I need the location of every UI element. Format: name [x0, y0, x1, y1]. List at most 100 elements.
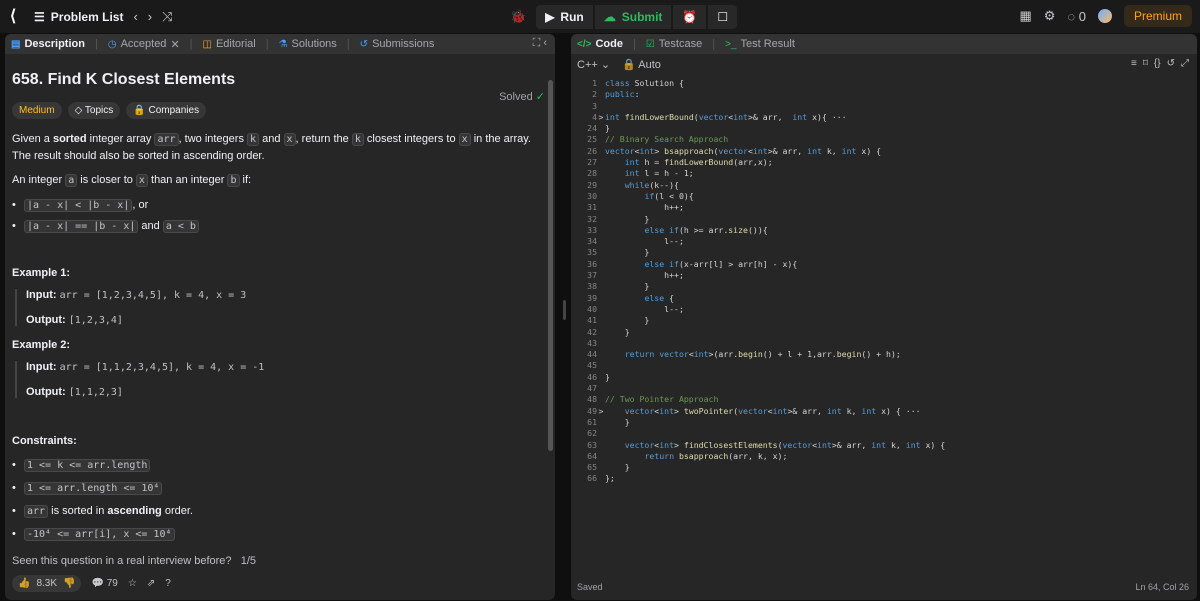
code-line[interactable]: 24}	[571, 123, 1191, 134]
problem-list-button[interactable]: ☰ Problem List	[34, 10, 123, 24]
code-line[interactable]: 40 l--;	[571, 304, 1191, 315]
panel-splitter[interactable]	[563, 300, 566, 320]
code-line[interactable]: 2 public:	[571, 89, 1191, 100]
expand-icon[interactable]: ⛶ ‹	[533, 37, 547, 50]
run-button[interactable]: ▶ Run	[536, 5, 593, 29]
interview-question[interactable]: Seen this question in a real interview b…	[12, 555, 256, 567]
layout-grid-icon[interactable]: ▦	[1019, 8, 1031, 24]
avatar[interactable]	[1097, 9, 1112, 23]
example-title: Example 1:	[12, 267, 71, 279]
tab-accepted[interactable]: ◷ Accepted ✕	[108, 38, 180, 51]
close-icon[interactable]: ✕	[170, 38, 179, 51]
companies-badge[interactable]: 🔒 Companies	[126, 102, 207, 119]
difficulty-badge[interactable]: Medium	[12, 102, 62, 119]
code-line[interactable]: 32 }	[571, 214, 1191, 225]
code-line[interactable]: 66};	[571, 473, 1191, 484]
code-line[interactable]: 34 l--;	[571, 236, 1191, 247]
code-line[interactable]: 42 }	[571, 327, 1191, 338]
settings-gear-icon[interactable]: ⚙	[1044, 8, 1056, 24]
code-line[interactable]: 46}	[571, 372, 1191, 383]
fold-gutter	[597, 259, 605, 270]
line-number: 31	[587, 202, 597, 213]
code-line[interactable]: 37 h++;	[571, 270, 1191, 281]
solved-status: Solved ✓	[499, 91, 545, 103]
line-number: 45	[587, 360, 597, 371]
help-icon[interactable]: ?	[165, 578, 171, 589]
code-line[interactable]: 64 return bsapproach(arr, k, x);	[571, 451, 1191, 462]
fold-gutter	[597, 338, 605, 349]
streak-button[interactable]: ◌ 0	[1067, 9, 1086, 24]
line-number: 26	[587, 145, 597, 156]
code-line[interactable]: 35 }	[571, 247, 1191, 258]
code-line[interactable]: 63 vector<int> findClosestElements(vecto…	[571, 440, 1191, 451]
fold-gutter	[597, 372, 605, 383]
code-text: }	[605, 416, 630, 427]
code-line[interactable]: 39 else {	[571, 293, 1191, 304]
code-line[interactable]: 25 // Binary Search Approach	[571, 134, 1191, 145]
terminal-icon: >_	[725, 38, 737, 50]
scrollbar[interactable]	[548, 80, 553, 451]
code-line[interactable]: 47	[571, 383, 1191, 394]
tab-testcase[interactable]: ☑ Testcase	[646, 38, 702, 50]
star-icon[interactable]: ☆	[128, 578, 137, 589]
comments-button[interactable]: 💬 79	[91, 578, 117, 589]
code-line[interactable]: 27 int h = findLowerBound(arr,x);	[571, 157, 1191, 168]
code-line[interactable]: 4 > int findLowerBound(vector<int>& arr, i…	[571, 112, 1191, 123]
tab-description[interactable]: ▤ Description	[11, 38, 85, 50]
debug-icon[interactable]: 🐞	[510, 9, 526, 25]
leetcode-logo-icon[interactable]: ⟨	[10, 8, 24, 26]
code-line[interactable]: 29 while(k--){	[571, 180, 1191, 191]
code-editor[interactable]: 1 class Solution {2 public: 3 4 > int findLowe…	[571, 78, 1191, 485]
next-problem-button[interactable]: ›	[148, 9, 152, 24]
list-item: |a - x| < |b - x|, or	[12, 199, 548, 212]
fold-gutter	[597, 360, 605, 371]
topics-badge[interactable]: ◇ Topics	[67, 102, 121, 119]
code-line[interactable]: 45	[571, 360, 1191, 371]
format-icon[interactable]: ≡	[1131, 58, 1137, 69]
shuffle-icon[interactable]: ⤨	[162, 9, 172, 25]
code-line[interactable]: 28 int l = h - 1;	[571, 168, 1191, 179]
code-line[interactable]: 33 else if(h >= arr.size()){	[571, 225, 1191, 236]
code-line[interactable]: 62	[571, 428, 1191, 439]
share-icon[interactable]: ⇗	[147, 578, 155, 589]
tab-code[interactable]: </> Code	[577, 38, 623, 50]
code-line[interactable]: 30 if(l < 0){	[571, 191, 1191, 202]
fold-gutter	[597, 157, 605, 168]
line-number: 36	[587, 258, 597, 269]
tab-submissions[interactable]: ↺ Submissions	[360, 38, 435, 50]
code-line[interactable]: 31 h++;	[571, 202, 1191, 213]
tab-solutions[interactable]: ⚗ Solutions	[279, 38, 337, 50]
braces-icon[interactable]: {}	[1154, 58, 1161, 69]
notes-button[interactable]: ☐	[708, 5, 738, 29]
code-line[interactable]: 38 }	[571, 281, 1191, 292]
prev-problem-button[interactable]: ‹	[133, 9, 137, 24]
premium-button[interactable]: Premium	[1123, 5, 1192, 27]
code-line[interactable]: 1 class Solution {	[571, 78, 1191, 89]
code-line[interactable]: 65 }	[571, 462, 1191, 473]
code-line[interactable]: 3	[571, 101, 1191, 112]
tab-editorial[interactable]: ◫ Editorial	[203, 38, 256, 50]
fullscreen-icon[interactable]: ⤢	[1181, 58, 1189, 69]
reset-icon[interactable]: ↺	[1167, 58, 1175, 69]
code-line[interactable]: 41 }	[571, 315, 1191, 326]
code-line[interactable]: 48 // Two Pointer Approach	[571, 394, 1191, 405]
tab-test-result[interactable]: >_ Test Result	[725, 38, 795, 50]
fold-chevron-icon[interactable]: >	[597, 406, 605, 417]
submit-button[interactable]: ☁ Submit	[594, 5, 672, 29]
fold-gutter	[597, 89, 605, 100]
code-line[interactable]: 61 }	[571, 417, 1191, 428]
timer-button[interactable]: ⏰	[673, 5, 707, 29]
example-title: Example 2:	[12, 339, 71, 351]
code-line[interactable]: 49 > vector<int> twoPointer(vector<int>& …	[571, 406, 1191, 417]
code-line[interactable]: 26 vector<int> bsapproach(vector<int>& ar…	[571, 146, 1191, 157]
auto-mode[interactable]: 🔒 Auto	[622, 58, 661, 71]
fold-gutter	[597, 134, 605, 145]
language-select[interactable]: C++ ⌄	[577, 58, 610, 71]
thumbs-down-icon[interactable]: 👎	[63, 578, 75, 589]
fold-chevron-icon[interactable]: >	[597, 112, 605, 123]
code-line[interactable]: 36 else if(x-arr[l] > arr[h] - x){	[571, 259, 1191, 270]
code-line[interactable]: 44 return vector<int>(arr.begin() + l + …	[571, 349, 1191, 360]
bookmark-icon[interactable]: ⌑	[1143, 58, 1148, 69]
code-line[interactable]: 43	[571, 338, 1191, 349]
like-button[interactable]: 👍 8.3K 👎	[12, 575, 82, 592]
